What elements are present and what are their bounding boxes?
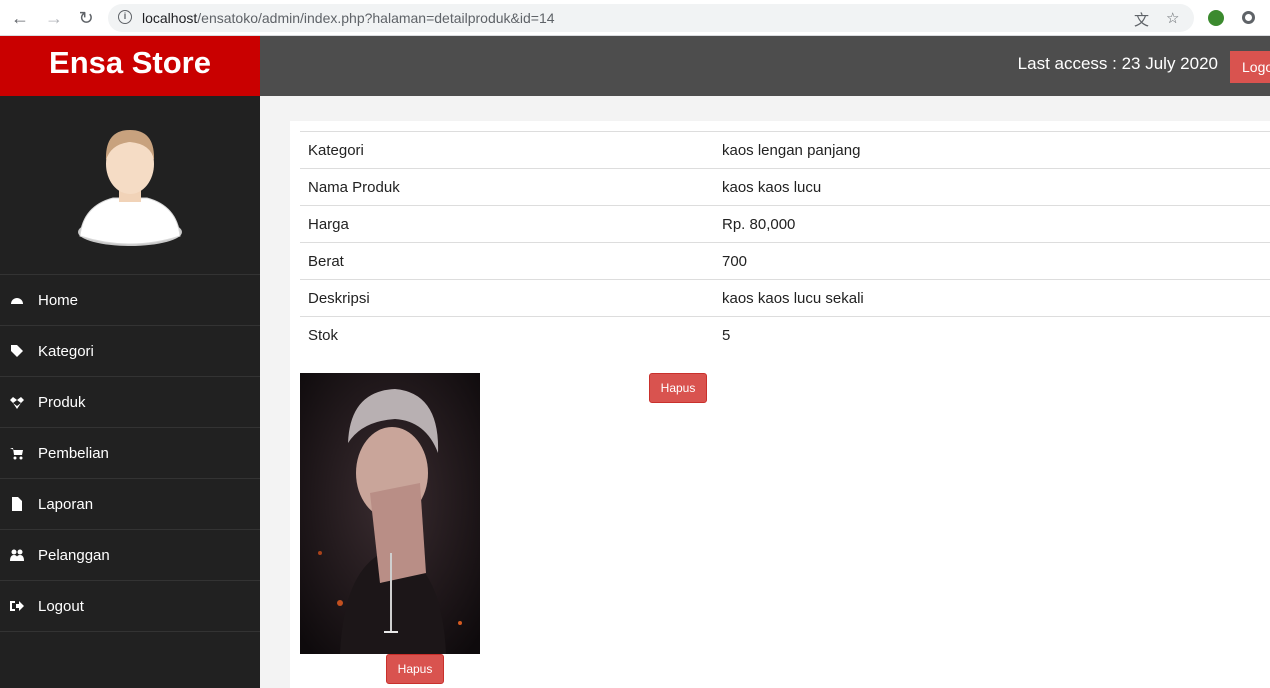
brand-logo[interactable]: Ensa Store xyxy=(0,36,260,96)
reload-icon[interactable]: ↻ xyxy=(76,8,96,28)
detail-value: kaos kaos lucu xyxy=(714,168,1270,206)
detail-key: Berat xyxy=(300,242,714,280)
sidebar-item-label: Laporan xyxy=(38,495,94,513)
sidebar-item-home[interactable]: Home xyxy=(0,275,260,326)
table-row: Harga Rp. 80,000 xyxy=(300,205,1270,243)
info-icon[interactable]: i xyxy=(118,10,132,24)
dropbox-icon xyxy=(10,397,24,409)
file-icon xyxy=(12,497,22,511)
sidebar-item-kategori[interactable]: Kategori xyxy=(0,326,260,377)
table-row: Nama Produk kaos kaos lucu xyxy=(300,168,1270,206)
main-content: Kategori kaos lengan panjang Nama Produk k… xyxy=(290,121,1270,688)
sidebar: Home Kategori Produk Pembelian Laporan P… xyxy=(0,96,260,688)
top-navbar: Last access : 23 July 2020 Logo xyxy=(260,36,1270,96)
cart-icon xyxy=(10,448,23,460)
sidebar-item-logout[interactable]: Logout xyxy=(0,581,260,632)
user-avatar xyxy=(78,130,182,246)
address-bar[interactable]: i localhost/ensatoko/admin/index.php?hal… xyxy=(108,4,1194,32)
back-arrow-icon[interactable]: ← xyxy=(10,8,30,28)
url-text: localhost/ensatoko/admin/index.php?halam… xyxy=(142,10,555,26)
sidebar-item-pembelian[interactable]: Pembelian xyxy=(0,428,260,479)
translate-icon[interactable]: 文 xyxy=(1134,9,1149,30)
extension-circle-icon[interactable] xyxy=(1242,11,1255,24)
sidebar-item-label: Produk xyxy=(38,393,86,411)
detail-key: Kategori xyxy=(300,131,714,169)
detail-value: kaos kaos lucu sekali xyxy=(714,279,1270,317)
extension-icon[interactable] xyxy=(1208,10,1224,26)
table-row: Deskripsi kaos kaos lucu sekali xyxy=(300,279,1270,317)
browser-toolbar: ← → ↻ i localhost/ensatoko/admin/index.p… xyxy=(0,0,1270,36)
detail-key: Nama Produk xyxy=(300,168,714,206)
url-host: localhost xyxy=(142,10,198,26)
sidebar-item-label: Logout xyxy=(38,597,84,615)
delete-photo-button[interactable]: Hapus xyxy=(386,654,444,684)
table-row: Berat 700 xyxy=(300,242,1270,280)
detail-key: Harga xyxy=(300,205,714,243)
table-row: Stok 5 xyxy=(300,316,1270,354)
detail-key: Stok xyxy=(300,316,714,354)
logout-button[interactable]: Logo xyxy=(1230,51,1270,83)
detail-value: Rp. 80,000 xyxy=(714,205,1270,243)
detail-value: 5 xyxy=(714,316,1270,354)
last-access-text: Last access : 23 July 2020 xyxy=(1017,54,1218,73)
product-photo xyxy=(300,373,480,654)
forward-arrow-icon[interactable]: → xyxy=(44,8,64,28)
sidebar-item-label: Pelanggan xyxy=(38,546,110,564)
table-row: Kategori kaos lengan panjang xyxy=(300,131,1270,169)
tags-icon xyxy=(11,345,23,357)
sidebar-item-label: Home xyxy=(38,291,79,309)
users-icon xyxy=(10,549,24,561)
sidebar-item-pelanggan[interactable]: Pelanggan xyxy=(0,530,260,581)
sign-out-icon xyxy=(10,601,24,611)
sidebar-item-label: Pembelian xyxy=(38,444,109,462)
delete-product-button[interactable]: Hapus xyxy=(649,373,707,403)
url-path: /ensatoko/admin/index.php?halaman=detail… xyxy=(197,10,555,26)
detail-value: kaos lengan panjang xyxy=(714,131,1270,169)
sidebar-item-produk[interactable]: Produk xyxy=(0,377,260,428)
detail-value: 700 xyxy=(714,242,1270,280)
detail-key: Deskripsi xyxy=(300,279,714,317)
product-detail-table: Kategori kaos lengan panjang Nama Produk k… xyxy=(300,131,1270,354)
sidebar-menu: Home Kategori Produk Pembelian Laporan P… xyxy=(0,274,260,632)
sidebar-item-label: Kategori xyxy=(38,342,94,360)
star-icon[interactable]: ☆ xyxy=(1166,9,1179,27)
sidebar-item-laporan[interactable]: Laporan xyxy=(0,479,260,530)
dashboard-icon xyxy=(11,298,23,304)
